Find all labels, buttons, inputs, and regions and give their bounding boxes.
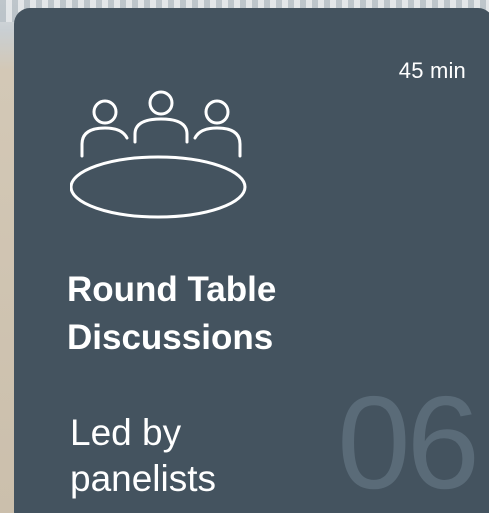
session-title: Round Table Discussions <box>67 266 397 362</box>
round-table-meeting-icon <box>69 84 252 220</box>
session-subtitle-line-1: Led by <box>70 412 182 453</box>
session-card[interactable]: 45 min Round Table Discussions 06 Led by… <box>14 8 489 513</box>
session-subtitle-line-2: panelists <box>70 458 217 499</box>
session-title-line-1: Round Table <box>67 270 277 309</box>
session-title-line-2: Discussions <box>67 318 274 357</box>
session-number: 06 <box>337 369 480 513</box>
duration-label: 45 min <box>398 58 466 83</box>
session-subtitle: Led by panelists <box>70 410 290 502</box>
